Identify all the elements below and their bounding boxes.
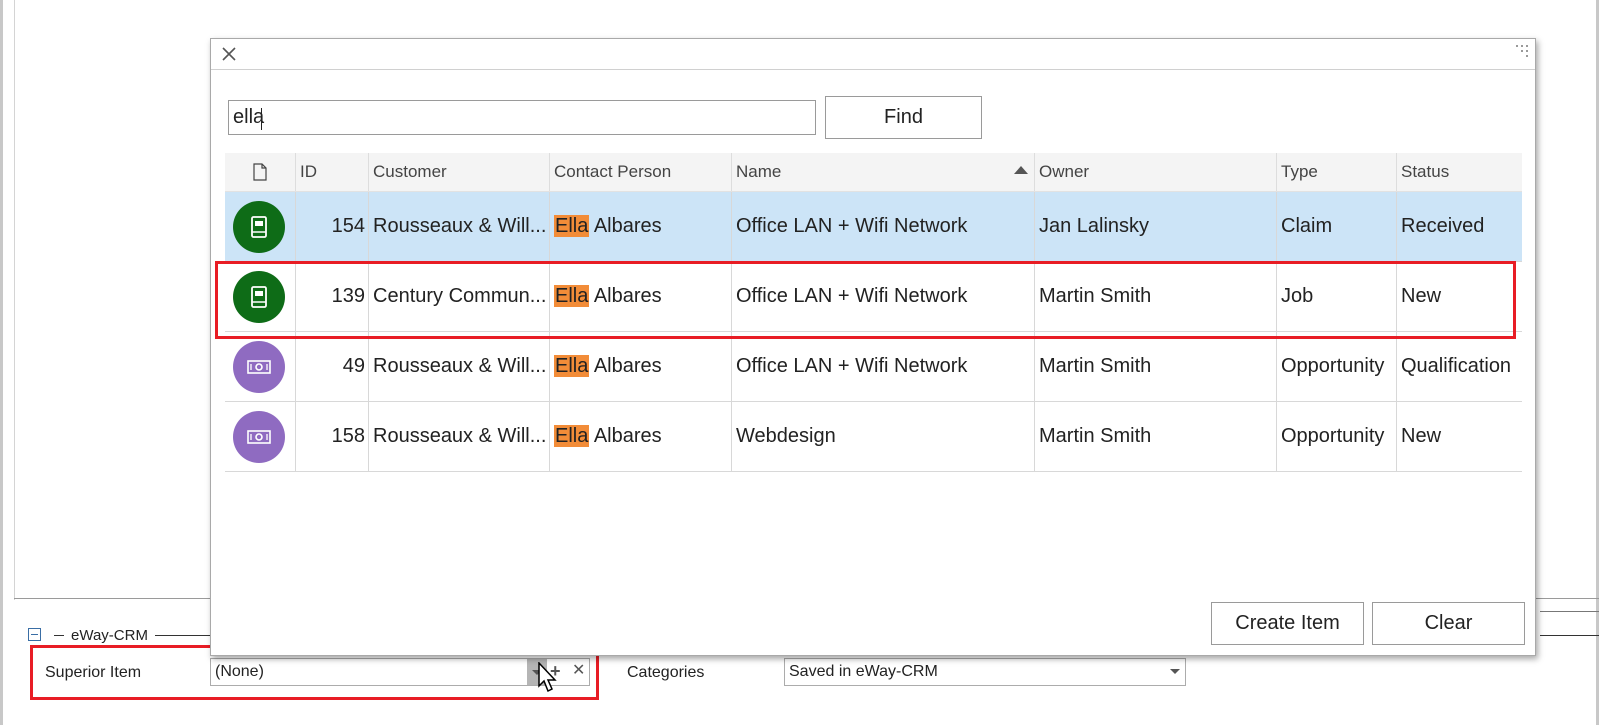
column-header-type[interactable]: Type bbox=[1276, 153, 1396, 191]
close-icon[interactable] bbox=[219, 44, 239, 64]
group-line-right bbox=[1540, 635, 1599, 636]
group-title: eWay-CRM bbox=[71, 627, 148, 644]
highlight-frame-row bbox=[215, 261, 1516, 339]
search-highlight: Ella bbox=[554, 215, 590, 237]
column-header-icon[interactable] bbox=[225, 153, 295, 191]
money-icon bbox=[233, 411, 285, 463]
group-dash bbox=[54, 635, 64, 636]
document-icon bbox=[253, 163, 267, 181]
cell-status: Qualification bbox=[1396, 332, 1522, 401]
collapse-icon[interactable] bbox=[28, 628, 41, 641]
column-header-name[interactable]: Name bbox=[731, 153, 1034, 191]
search-input[interactable] bbox=[228, 100, 816, 135]
clear-x-icon[interactable]: ✕ bbox=[572, 661, 585, 681]
group-line bbox=[155, 635, 215, 636]
search-highlight: Ella bbox=[554, 425, 590, 447]
column-header-contact-person[interactable]: Contact Person bbox=[549, 153, 731, 191]
window-left-border bbox=[0, 0, 3, 725]
grid-header: ID Customer Contact Person Name Owner Ty… bbox=[225, 153, 1522, 192]
categories-combo[interactable]: Saved in eWay-CRM bbox=[784, 658, 1186, 686]
cell-name: Office LAN + Wifi Network bbox=[731, 192, 1034, 261]
cell-customer: Rousseaux & Will... bbox=[368, 192, 549, 261]
cell-owner: Jan Lalinsky bbox=[1034, 192, 1276, 261]
cell-owner: Martin Smith bbox=[1034, 332, 1276, 401]
cell-icon bbox=[225, 332, 295, 401]
cell-owner: Martin Smith bbox=[1034, 402, 1276, 471]
cell-name: Webdesign bbox=[731, 402, 1034, 471]
column-header-id[interactable]: ID bbox=[295, 153, 368, 191]
contact-rest: Albares bbox=[589, 355, 662, 377]
resize-grip-icon[interactable] bbox=[1515, 43, 1531, 59]
superior-item-label: Superior Item bbox=[45, 664, 142, 681]
table-row[interactable]: 158 Rousseaux & Will... Ella Albares Web… bbox=[225, 402, 1522, 472]
divider-line bbox=[1540, 611, 1599, 612]
column-header-name-label: Name bbox=[736, 162, 782, 181]
search-dialog: Find ID Customer Contact Person Name Own… bbox=[210, 38, 1536, 656]
cell-type: Opportunity bbox=[1276, 402, 1396, 471]
cell-contact-person: Ella Albares bbox=[549, 332, 731, 401]
cell-status: Received bbox=[1396, 192, 1522, 261]
cell-icon bbox=[225, 402, 295, 471]
book-icon bbox=[233, 201, 285, 253]
search-highlight: Ella bbox=[554, 355, 590, 377]
cell-type: Claim bbox=[1276, 192, 1396, 261]
table-row[interactable]: 154 Rousseaux & Will... Ella Albares Off… bbox=[225, 192, 1522, 262]
column-header-owner[interactable]: Owner bbox=[1034, 153, 1276, 191]
cell-icon bbox=[225, 192, 295, 261]
categories-label: Categories bbox=[627, 664, 705, 681]
cell-name: Office LAN + Wifi Network bbox=[731, 332, 1034, 401]
mouse-cursor-icon bbox=[538, 662, 557, 693]
contact-rest: Albares bbox=[589, 425, 662, 447]
cell-contact-person: Ella Albares bbox=[549, 402, 731, 471]
money-icon bbox=[233, 341, 285, 393]
cell-customer: Rousseaux & Will... bbox=[368, 402, 549, 471]
text-caret bbox=[261, 108, 262, 130]
categories-value: Saved in eWay-CRM bbox=[789, 663, 938, 680]
superior-item-value: (None) bbox=[215, 663, 264, 680]
find-button[interactable]: Find bbox=[825, 96, 982, 139]
column-header-status[interactable]: Status bbox=[1396, 153, 1522, 191]
cell-id: 49 bbox=[295, 332, 368, 401]
clear-button[interactable]: Clear bbox=[1372, 602, 1525, 645]
dialog-titlebar bbox=[211, 39, 1535, 70]
column-header-customer[interactable]: Customer bbox=[368, 153, 549, 191]
cell-contact-person: Ella Albares bbox=[549, 192, 731, 261]
cell-status: New bbox=[1396, 402, 1522, 471]
panel-left-edge bbox=[14, 0, 15, 600]
sort-ascending-icon bbox=[1014, 166, 1028, 174]
contact-rest: Albares bbox=[589, 215, 662, 237]
chevron-down-icon[interactable] bbox=[1170, 669, 1180, 674]
cell-id: 154 bbox=[295, 192, 368, 261]
cell-type: Opportunity bbox=[1276, 332, 1396, 401]
cell-id: 158 bbox=[295, 402, 368, 471]
create-item-button[interactable]: Create Item bbox=[1211, 602, 1364, 645]
table-row[interactable]: 49 Rousseaux & Will... Ella Albares Offi… bbox=[225, 332, 1522, 402]
cell-customer: Rousseaux & Will... bbox=[368, 332, 549, 401]
